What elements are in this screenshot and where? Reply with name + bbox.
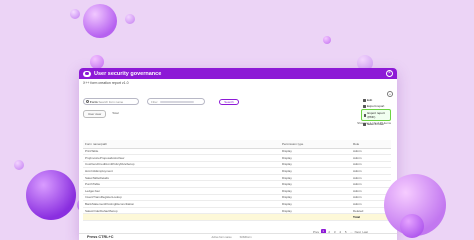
search-placeholder: Search form name: [98, 99, 124, 104]
cell-permission: Display: [282, 194, 353, 202]
cell-form: ProjInvoiceProposalListsView: [83, 154, 282, 162]
menu-item-label: Export report: [367, 104, 385, 108]
cell-role: Admin: [353, 148, 391, 156]
decorative-bubble: [400, 214, 424, 238]
cell-permission: Display: [282, 174, 353, 182]
table-row[interactable]: BankStatementPostingReconciliation Displa…: [83, 200, 391, 208]
menu-item-label: Export report (PDF): [367, 111, 385, 119]
table-row[interactable]: CustVendCreditLimitPolicyRuleSetup Displa…: [83, 161, 391, 169]
cell-role: Admin: [353, 180, 391, 189]
decorative-bubble: [323, 36, 331, 44]
cell-permission: Display: [282, 187, 353, 195]
cell-permission: Display: [282, 207, 353, 215]
cell-form: BankStatementPostingReconciliation: [83, 200, 282, 208]
cell-form: SalesTableDetails: [83, 174, 282, 182]
view-tabs: User view Total: [83, 110, 123, 118]
table-row[interactable]: LedgerJour Display Admin: [83, 187, 391, 195]
search-input[interactable]: Form Search form name: [83, 98, 139, 105]
table-header-row: Form name/path Permission type Role: [83, 140, 391, 149]
status-bar: Press CTRL+C Active form name SOMForm: [79, 233, 397, 240]
decorative-bubble: [14, 160, 24, 170]
cell-permission: Display: [282, 167, 353, 175]
status-shortcut: Press CTRL+C: [87, 235, 114, 239]
table-row[interactable]: SalesOrderDefaultSetup Display Deleted: [83, 207, 391, 215]
cell-form: HcmInfoEmployment: [83, 167, 282, 175]
search-icon: [86, 100, 89, 103]
cell-form: PrintTable: [83, 148, 282, 156]
cell-permission: Display: [282, 180, 353, 189]
menu-item-label: Edit: [367, 98, 373, 102]
cell-form: SalesOrderDefaultSetup: [83, 207, 282, 215]
table-row[interactable]: HcmInfoEmployment Display Admin: [83, 167, 391, 175]
app-title: User security governance: [94, 70, 162, 77]
cell-form: PurchTable: [83, 180, 282, 189]
decorative-bubble: [26, 170, 76, 220]
pdf-icon: [364, 113, 367, 117]
table-row[interactable]: SalesTableDetails Display Admin: [83, 174, 391, 182]
table-row[interactable]: ProjInvoiceProposalListsView Display Admin: [83, 154, 391, 162]
showing-count: Showing 1-10 of 75 items: [357, 121, 391, 125]
cell-form: InventTransRegisterLookup: [83, 194, 282, 202]
column-header-permission[interactable]: Permission type: [282, 140, 353, 149]
cell-form: [83, 213, 282, 222]
filter-input[interactable]: Filter: [147, 98, 205, 105]
cell-form: CustVendCreditLimitPolicyRuleSetup: [83, 161, 282, 169]
status-form-label: Active form name: [211, 235, 232, 239]
table-row[interactable]: InventTransRegisterLookup Display Admin: [83, 194, 391, 202]
tab-user-view[interactable]: User view: [83, 110, 107, 118]
app-logo-icon: [83, 70, 91, 77]
table-row[interactable]: PurchTable Display Admin: [83, 180, 391, 189]
search-button[interactable]: Search: [219, 98, 239, 105]
cell-permission: Display: [282, 148, 353, 156]
decorative-bubble: [83, 4, 117, 38]
search-scope: Form: [90, 99, 98, 104]
close-icon[interactable]: ×: [386, 70, 393, 77]
cell-role: Admin: [353, 174, 391, 182]
cell-permission: Display: [282, 200, 353, 208]
report-subtitle: X++ form creation report v1.0: [83, 81, 129, 85]
subtitle-row: X++ form creation report v1.0: [79, 79, 397, 87]
export-icon: [363, 104, 366, 108]
decorative-bubble: [125, 14, 135, 24]
cell-permission: [282, 213, 353, 222]
cell-form: LedgerJour: [83, 187, 282, 195]
decorative-bubble: [90, 55, 104, 69]
cell-permission: Display: [282, 154, 353, 162]
cell-role: Admin: [353, 167, 391, 175]
app-window: User security governance × X++ form crea…: [79, 68, 397, 240]
column-header-form[interactable]: Form name/path: [83, 140, 282, 149]
filter-placeholder: Filter: [151, 100, 158, 104]
decorative-bubble: [70, 9, 80, 19]
results-table: Form name/path Permission type Role Prin…: [83, 140, 391, 222]
cell-role: Admin: [353, 154, 391, 162]
tab-total[interactable]: Total: [108, 110, 122, 118]
toolbar: Form Search form name Filter Search: [83, 98, 239, 105]
table-row[interactable]: PrintTable Display Admin: [83, 148, 391, 156]
column-header-role[interactable]: Role: [353, 140, 391, 149]
menu-item-export-report-pdf[interactable]: Export report (PDF): [361, 109, 391, 121]
status-form-value: SOMForm: [239, 235, 252, 239]
total-label: Total: [353, 215, 360, 220]
table-row-highlighted[interactable]: Total: [83, 213, 391, 222]
edit-icon: [363, 98, 366, 102]
app-header: User security governance ×: [79, 68, 397, 79]
cell-permission: Display: [282, 161, 353, 169]
cell-role: Admin: [353, 161, 391, 169]
